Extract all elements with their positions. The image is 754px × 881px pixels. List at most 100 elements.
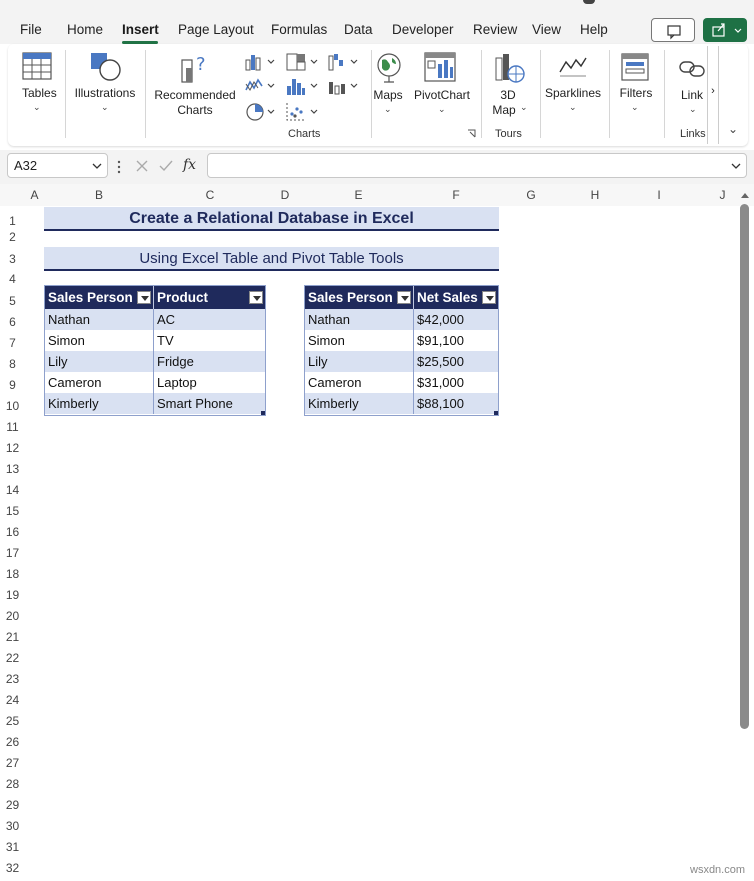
tab-page-layout[interactable]: Page Layout — [178, 22, 254, 37]
column-chart-icon[interactable] — [244, 52, 280, 72]
tab-formulas[interactable]: Formulas — [271, 22, 327, 37]
row-header[interactable]: 6 — [0, 312, 25, 333]
scatter-chart-icon[interactable] — [285, 101, 321, 123]
filter-dropdown-button[interactable] — [397, 291, 411, 304]
column-header-b[interactable]: B — [44, 184, 154, 206]
table-cell[interactable]: Lily — [45, 351, 154, 372]
table-cell[interactable]: Lily — [305, 351, 414, 372]
more-options-icon[interactable] — [116, 160, 122, 174]
table-cell[interactable]: $91,100 — [414, 330, 498, 351]
row-header[interactable]: 15 — [0, 501, 25, 522]
filter-dropdown-button[interactable] — [249, 291, 263, 304]
row-header[interactable]: 30 — [0, 816, 25, 837]
tab-insert[interactable]: Insert — [122, 22, 159, 37]
tab-file[interactable]: File — [20, 22, 42, 37]
expand-formula-icon[interactable] — [731, 162, 741, 170]
column-header-d[interactable]: D — [266, 184, 304, 206]
row-header[interactable]: 9 — [0, 375, 25, 396]
row-header[interactable]: 31 — [0, 837, 25, 858]
combo-chart-icon[interactable] — [327, 76, 363, 96]
table-cell[interactable]: $88,100 — [414, 393, 498, 414]
tab-home[interactable]: Home — [67, 22, 103, 37]
table-cell[interactable]: TV — [154, 330, 265, 351]
row-header[interactable]: 8 — [0, 354, 25, 375]
row-header[interactable]: 11 — [0, 417, 25, 438]
row-header[interactable]: 4 — [0, 269, 25, 290]
row-header[interactable]: 14 — [0, 480, 25, 501]
row-header[interactable]: 21 — [0, 627, 25, 648]
row-header[interactable]: 17 — [0, 543, 25, 564]
scroll-up-icon[interactable] — [739, 190, 751, 200]
table-cell[interactable]: $31,000 — [414, 372, 498, 393]
row-header[interactable]: 10 — [0, 396, 25, 417]
row-header[interactable]: 20 — [0, 606, 25, 627]
column-header-a[interactable]: A — [25, 184, 44, 206]
row-header[interactable]: 23 — [0, 669, 25, 690]
waterfall-chart-icon[interactable] — [327, 52, 363, 72]
worksheet-grid[interactable]: A B C D E F G H I J 1 2 3 4 5 6 7 8 9 10… — [0, 184, 754, 881]
table-cell[interactable]: Nathan — [305, 309, 414, 330]
tab-developer[interactable]: Developer — [392, 22, 454, 37]
table-cell[interactable]: Fridge — [154, 351, 265, 372]
tab-data[interactable]: Data — [344, 22, 373, 37]
statistic-chart-icon[interactable] — [285, 76, 321, 96]
row-header[interactable]: 26 — [0, 732, 25, 753]
table-cell[interactable]: Laptop — [154, 372, 265, 393]
row-header[interactable]: 24 — [0, 690, 25, 711]
formula-input[interactable] — [207, 153, 747, 178]
column-header-f[interactable]: F — [413, 184, 499, 206]
line-chart-icon[interactable] — [244, 76, 280, 96]
table-cell[interactable]: $25,500 — [414, 351, 498, 372]
row-header[interactable]: 18 — [0, 564, 25, 585]
table-resize-handle[interactable] — [261, 411, 265, 415]
column-header-i[interactable]: I — [627, 184, 691, 206]
tab-help[interactable]: Help — [580, 22, 608, 37]
row-header[interactable]: 29 — [0, 795, 25, 816]
row-header[interactable]: 2 — [0, 227, 25, 248]
filter-dropdown-button[interactable] — [137, 291, 151, 304]
select-all-corner[interactable] — [0, 184, 25, 206]
share-button[interactable] — [703, 18, 747, 42]
ribbon-scroll-right[interactable]: › — [707, 46, 719, 144]
cancel-icon[interactable] — [135, 159, 149, 173]
name-box[interactable]: A32 — [7, 153, 108, 178]
row-header[interactable]: 28 — [0, 774, 25, 795]
row-header[interactable]: 25 — [0, 711, 25, 732]
row-header[interactable]: 7 — [0, 333, 25, 354]
table-cell[interactable]: Simon — [305, 330, 414, 351]
table-cell[interactable]: Smart Phone — [154, 393, 265, 414]
insert-function-button[interactable]: fx — [183, 157, 196, 173]
enter-icon[interactable] — [158, 159, 174, 173]
filter-dropdown-button[interactable] — [482, 291, 496, 304]
table-cell[interactable]: Kimberly — [305, 393, 414, 414]
comments-button[interactable] — [651, 18, 695, 42]
row-header[interactable]: 16 — [0, 522, 25, 543]
table-cell[interactable]: Cameron — [45, 372, 154, 393]
column-header-c[interactable]: C — [154, 184, 266, 206]
tab-review[interactable]: Review — [473, 22, 517, 37]
row-header[interactable]: 5 — [0, 291, 25, 312]
hierarchy-chart-icon[interactable] — [285, 52, 321, 72]
pie-chart-icon[interactable] — [244, 101, 280, 123]
row-header[interactable]: 12 — [0, 438, 25, 459]
table-cell[interactable]: Kimberly — [45, 393, 154, 414]
row-header[interactable]: 27 — [0, 753, 25, 774]
column-header-e[interactable]: E — [304, 184, 413, 206]
column-header-h[interactable]: H — [563, 184, 627, 206]
row-header[interactable]: 3 — [0, 249, 25, 270]
table-cell[interactable]: $42,000 — [414, 309, 498, 330]
row-header[interactable]: 32 — [0, 858, 25, 879]
row-header[interactable]: 22 — [0, 648, 25, 669]
collapse-ribbon-icon[interactable]: ⌄ — [728, 122, 738, 136]
row-header[interactable]: 13 — [0, 459, 25, 480]
table-cell[interactable]: Simon — [45, 330, 154, 351]
table-cell[interactable]: Nathan — [45, 309, 154, 330]
table-cell[interactable]: AC — [154, 309, 265, 330]
row-header[interactable]: 19 — [0, 585, 25, 606]
column-header-g[interactable]: G — [499, 184, 563, 206]
dialog-launcher-icon[interactable] — [467, 129, 477, 139]
vertical-scrollbar-thumb[interactable] — [740, 204, 749, 729]
table-resize-handle[interactable] — [494, 411, 498, 415]
table-cell[interactable]: Cameron — [305, 372, 414, 393]
tab-view[interactable]: View — [532, 22, 561, 37]
